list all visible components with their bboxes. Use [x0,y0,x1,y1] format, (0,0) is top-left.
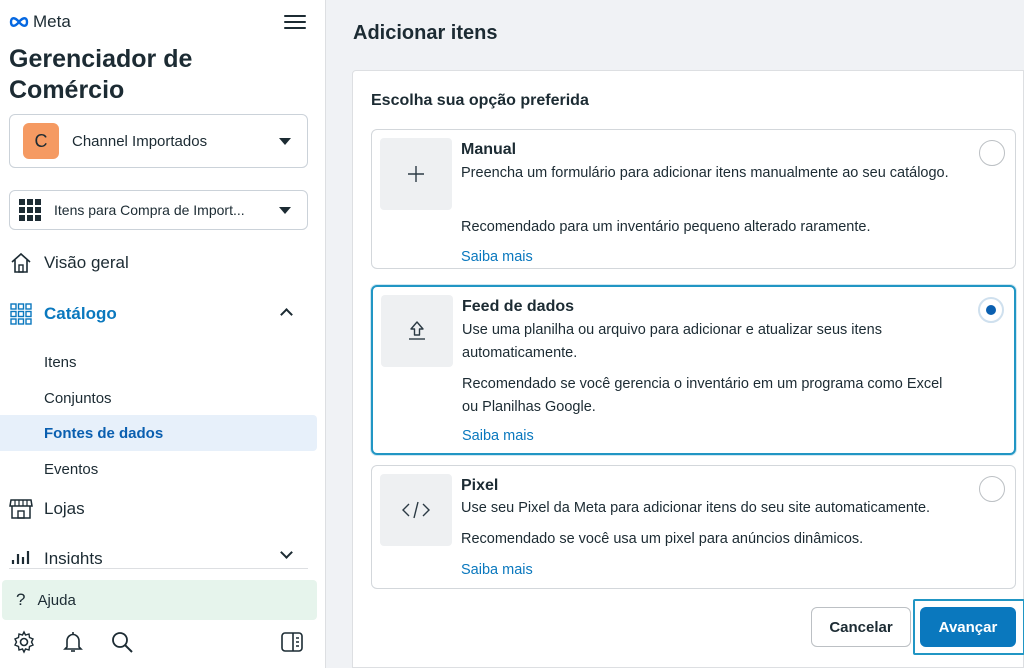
help-button[interactable]: ? Ajuda [2,580,317,620]
radio-data-feed[interactable] [978,297,1004,323]
catalog-grid-icon [19,199,41,221]
catalog-selector[interactable]: Itens para Compra de Import... [9,190,308,230]
option-data-feed[interactable]: Feed de dados Use uma planilha ou arquiv… [371,285,1016,455]
option-description: Use uma planilha ou arquivo para adicion… [462,322,882,361]
nav-insights-label: Insights [44,549,103,564]
nav-overview[interactable]: Visão geral [0,244,317,282]
caret-down-icon [279,206,291,214]
nav-events-label: Eventos [44,460,99,478]
question-icon: ? [16,590,26,609]
learn-more-link[interactable]: Saiba mais [461,249,533,265]
nav-data-sources[interactable]: Fontes de dados [0,415,317,451]
sidebar: Meta Gerenciador de Comércio C Channel I… [0,0,326,668]
app-title: Gerenciador de Comércio [9,45,193,104]
account-selector[interactable]: C Channel Importados [9,114,308,168]
bar-chart-icon [9,547,33,564]
learn-more-link[interactable]: Saiba mais [461,562,533,578]
nav-shops-label: Lojas [44,499,85,518]
nav-items-label: Itens [44,353,77,371]
learn-more-link[interactable]: Saiba mais [462,428,534,444]
option-recommendation: Recomendado se você usa um pixel para an… [461,531,864,547]
nav-shops[interactable]: Lojas [0,490,317,528]
option-title: Feed de dados [462,298,575,315]
option-title: Pixel [461,477,499,494]
add-items-panel: Escolha sua opção preferida Manual Preen… [352,70,1024,668]
radio-pixel[interactable] [979,476,1005,502]
next-button[interactable]: Avançar [920,607,1016,647]
catalog-name: Itens para Compra de Import... [54,202,245,218]
meta-infinity-icon [9,17,29,27]
radio-manual[interactable] [979,140,1005,166]
sidebar-bottom-bar [12,630,304,656]
option-manual[interactable]: Manual Preencha um formulário para adici… [371,129,1016,269]
account-avatar: C [23,123,59,159]
option-recommendation: Recomendado se você gerencia o inventári… [462,376,943,415]
store-icon [9,497,33,521]
menu-icon[interactable] [284,12,306,32]
upload-icon [381,295,453,367]
search-icon[interactable] [110,630,134,654]
nav-insights[interactable]: Insights [0,540,317,564]
brand-name: Meta [33,12,71,31]
nav-sets[interactable]: Conjuntos [0,380,317,416]
nav-items[interactable]: Itens [0,344,317,380]
gear-icon[interactable] [12,630,36,654]
nav-overview-label: Visão geral [44,253,129,272]
panel-subtitle: Escolha sua opção preferida [371,92,589,109]
nav-catalog-label: Catálogo [44,304,117,323]
account-name: Channel Importados [72,132,208,150]
bell-icon[interactable] [61,630,85,654]
catalog-grid-icon [9,302,33,326]
sidebar-divider [9,568,308,569]
home-icon [9,251,33,275]
nav-events[interactable]: Eventos [0,451,317,487]
meta-logo[interactable]: Meta [8,12,71,32]
help-label: Ajuda [37,591,76,609]
nav-scroll-clip: Insights [0,540,317,564]
page-title: Adicionar itens [353,22,498,44]
nav-data-sources-label: Fontes de dados [44,424,164,442]
chevron-up-icon [280,308,293,321]
sidebar-header: Meta [8,10,308,36]
code-icon [380,474,452,546]
cancel-button[interactable]: Cancelar [811,607,911,647]
option-recommendation: Recomendado para um inventário pequeno a… [461,219,871,235]
panel-toggle-icon[interactable] [280,630,304,654]
option-description: Preencha um formulário para adicionar it… [461,165,949,181]
plus-icon [380,138,452,210]
option-description: Use seu Pixel da Meta para adicionar ite… [461,500,931,516]
option-title: Manual [461,141,517,158]
chevron-down-icon [280,546,293,559]
caret-down-icon [279,137,291,145]
option-pixel[interactable]: Pixel Use seu Pixel da Meta para adicion… [371,465,1016,589]
nav-sets-label: Conjuntos [44,389,112,407]
nav-catalog[interactable]: Catálogo [0,295,317,333]
